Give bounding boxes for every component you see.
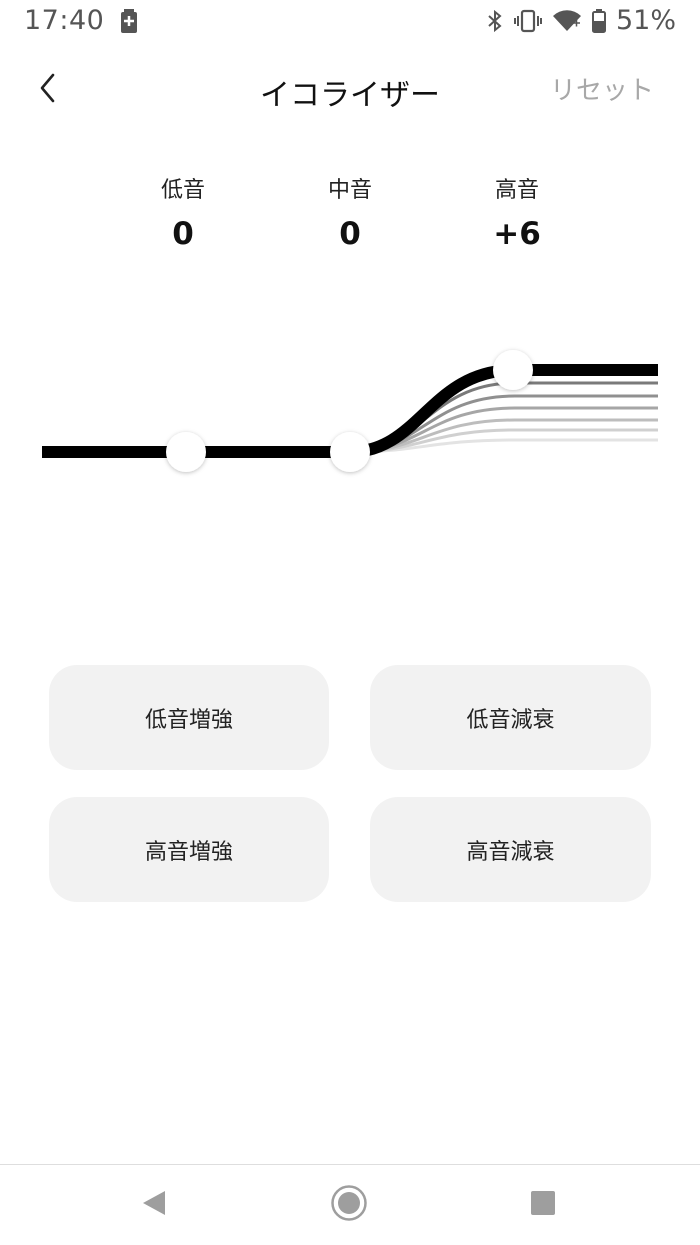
band-bass-value: 0 <box>172 216 194 252</box>
bass-cut-button[interactable]: 低音減衰 <box>370 665 651 770</box>
treble-knob[interactable] <box>493 350 533 390</box>
nav-recents-button[interactable] <box>523 1185 563 1225</box>
band-treble-label: 高音 <box>494 178 539 203</box>
treble-boost-button[interactable]: 高音増強 <box>49 797 329 902</box>
status-bar: 17:40 51% <box>0 0 700 44</box>
bass-knob[interactable] <box>166 432 206 472</box>
status-time: 17:40 <box>24 5 105 36</box>
band-treble: 高音 +6 <box>457 172 577 252</box>
status-icons: 51% <box>486 5 676 36</box>
recents-square-icon <box>530 1190 556 1220</box>
band-bass-label: 低音 <box>160 178 205 203</box>
battery-icon <box>591 8 606 33</box>
bluetooth-icon <box>486 9 504 33</box>
nav-back-button[interactable] <box>134 1185 174 1225</box>
band-bass: 低音 0 <box>123 172 243 252</box>
battery-charging-icon <box>121 9 137 40</box>
vibrate-icon <box>513 9 542 33</box>
back-triangle-icon <box>141 1189 167 1221</box>
battery-percent: 51% <box>615 5 676 36</box>
treble-cut-button[interactable]: 高音減衰 <box>370 797 651 902</box>
band-mid-label: 中音 <box>327 178 372 203</box>
mid-knob[interactable] <box>330 432 370 472</box>
band-treble-value: +6 <box>493 216 541 252</box>
band-mid-value: 0 <box>339 216 361 252</box>
eq-curve-graph <box>42 350 658 472</box>
bass-boost-button[interactable]: 低音増強 <box>49 665 329 770</box>
reset-button[interactable]: リセット <box>550 70 654 107</box>
wifi-icon <box>552 9 582 33</box>
system-nav-bar <box>0 1164 700 1245</box>
app-header: イコライザー リセット <box>0 60 700 120</box>
home-circle-icon <box>330 1184 368 1226</box>
nav-home-button[interactable] <box>329 1185 369 1225</box>
band-mid: 中音 0 <box>290 172 410 252</box>
